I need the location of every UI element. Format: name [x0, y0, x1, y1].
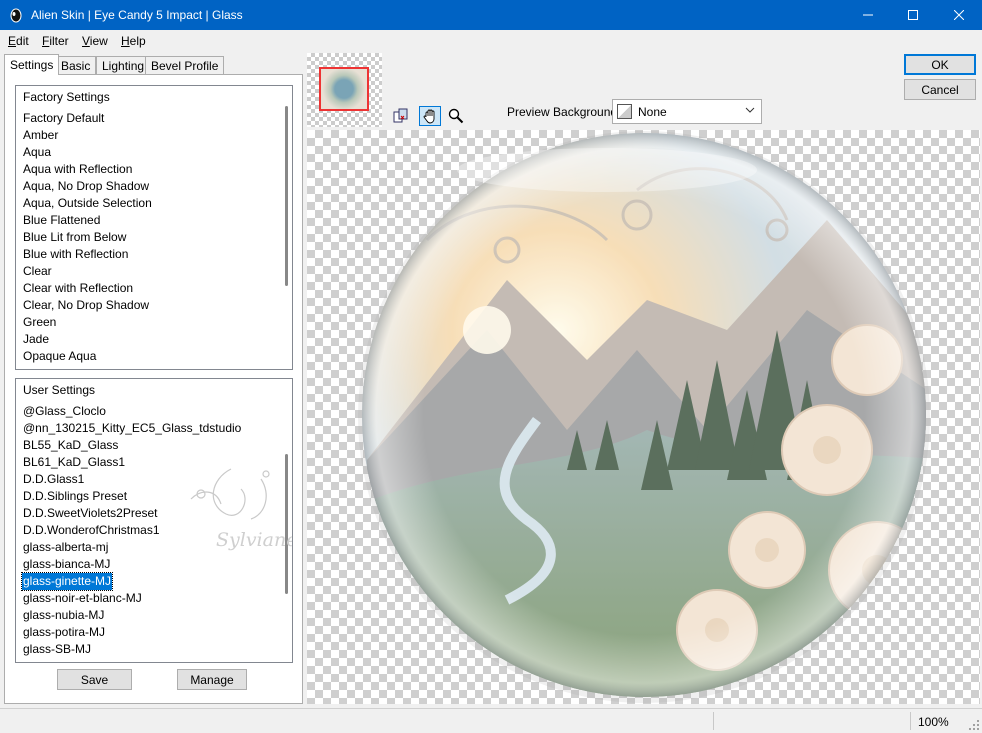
list-item[interactable]: glass-noir-et-blanc-MJ [22, 590, 143, 607]
minimize-button[interactable] [845, 0, 891, 30]
factory-settings-header: Factory Settings [23, 90, 110, 104]
menu-bar: Edit Filter View Help [0, 30, 982, 51]
list-item[interactable]: glass-SB-MJ [22, 641, 92, 658]
zoom-tool-button[interactable] [445, 106, 467, 126]
tab-settings[interactable]: Settings [4, 54, 60, 75]
list-item[interactable]: @nn_130215_Kitty_EC5_Glass_tdstudio [22, 420, 242, 437]
navigator-view-rect[interactable] [319, 67, 369, 111]
copy-button[interactable] [390, 106, 412, 126]
list-item[interactable]: BL55_KaD_Glass [22, 437, 119, 454]
list-item[interactable]: Clear with Reflection [22, 280, 134, 297]
list-item[interactable]: Clear, No Drop Shadow [22, 297, 150, 314]
save-button[interactable]: Save [57, 669, 132, 690]
preview-background-label: Preview Background: [507, 105, 621, 119]
list-item[interactable]: Opaque Aqua [22, 348, 97, 365]
close-icon [954, 10, 964, 20]
watermark-text: Sylviane [216, 529, 293, 551]
settings-panel: Factory Settings Factory Default Amber A… [4, 74, 303, 704]
list-item[interactable]: Factory Default [22, 110, 105, 127]
menu-view[interactable]: View [82, 34, 108, 48]
factory-settings-list[interactable]: Factory Settings Factory Default Amber A… [15, 85, 293, 370]
maximize-icon [908, 10, 918, 20]
list-item[interactable]: Aqua with Reflection [22, 161, 133, 178]
preview-background-select[interactable]: None [612, 99, 762, 124]
glass-preview-image [358, 131, 930, 703]
list-item[interactable]: @Glass_Cloclo [22, 403, 107, 420]
hand-tool-button[interactable] [419, 106, 441, 126]
hand-pan-icon [423, 109, 435, 124]
preview-background-value: None [638, 105, 667, 119]
list-item[interactable]: glass-bianca-MJ [22, 556, 111, 573]
close-button[interactable] [936, 0, 982, 30]
list-item[interactable]: Blue Flattened [22, 212, 101, 229]
navigator-thumbnail[interactable] [307, 53, 382, 127]
tab-lighting[interactable]: Lighting [96, 56, 151, 74]
list-item[interactable]: D.D.Siblings Preset [22, 488, 128, 505]
title-bar: Alien Skin | Eye Candy 5 Impact | Glass [0, 0, 982, 30]
status-bar: 100% [0, 708, 982, 733]
list-item[interactable]: Aqua, No Drop Shadow [22, 178, 150, 195]
status-divider [910, 712, 911, 730]
list-item[interactable]: D.D.SweetViolets2Preset [22, 505, 159, 522]
copy-to-clipboard-icon [393, 108, 408, 123]
list-item-selected[interactable]: glass-ginette-MJ [20, 572, 114, 591]
user-settings-list[interactable]: User Settings @Glass_Cloclo @nn_130215_K… [15, 378, 293, 663]
list-item[interactable]: D.D.Glass1 [22, 471, 85, 488]
menu-filter[interactable]: Filter [42, 34, 69, 48]
manage-button[interactable]: Manage [177, 669, 247, 690]
list-item[interactable]: Blue with Reflection [22, 246, 129, 263]
chevron-down-icon [745, 107, 755, 113]
window-title: Alien Skin | Eye Candy 5 Impact | Glass [31, 8, 243, 22]
background-swatch-icon [617, 104, 632, 119]
status-divider [713, 712, 714, 730]
list-item[interactable]: glass-potira-MJ [22, 624, 106, 641]
preview-canvas[interactable] [307, 130, 980, 704]
list-item[interactable]: Aqua [22, 144, 52, 161]
factory-list-scrollbar[interactable] [285, 106, 288, 286]
list-item[interactable]: Aqua, Outside Selection [22, 195, 153, 212]
ok-button[interactable]: OK [904, 54, 976, 75]
list-item[interactable]: Clear [22, 263, 53, 280]
resize-grip-icon[interactable] [968, 719, 980, 731]
cancel-button[interactable]: Cancel [904, 79, 976, 100]
list-item[interactable]: Amber [22, 127, 59, 144]
minimize-icon [863, 14, 873, 16]
list-item[interactable]: glass-alberta-mj [22, 539, 109, 556]
menu-help[interactable]: Help [121, 34, 146, 48]
list-item[interactable]: Green [22, 314, 57, 331]
maximize-button[interactable] [890, 0, 936, 30]
tab-bevel-profile[interactable]: Bevel Profile [145, 56, 225, 74]
user-settings-header: User Settings [23, 383, 96, 397]
zoom-icon [448, 108, 464, 124]
tab-basic[interactable]: Basic [55, 56, 97, 74]
menu-edit[interactable]: Edit [8, 34, 29, 48]
list-item[interactable]: BL61_KaD_Glass1 [22, 454, 126, 471]
alien-skin-app-icon [10, 8, 22, 23]
list-item[interactable]: Blue Lit from Below [22, 229, 127, 246]
list-item[interactable]: Jade [22, 331, 50, 348]
list-item[interactable]: D.D.WonderofChristmas1 [22, 522, 161, 539]
zoom-level: 100% [918, 715, 949, 729]
list-item[interactable]: glass-nubia-MJ [22, 607, 105, 624]
